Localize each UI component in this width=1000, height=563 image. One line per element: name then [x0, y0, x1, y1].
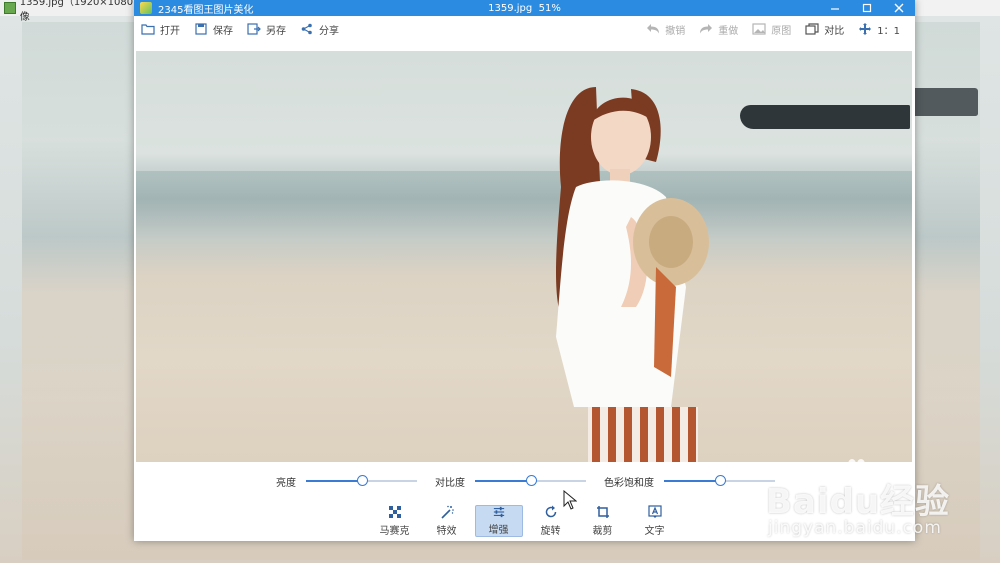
undo-label: 撤销 [665, 25, 686, 37]
saturation-slider[interactable] [664, 475, 775, 486]
move-arrows-icon [859, 23, 872, 35]
minimize-icon [831, 8, 839, 10]
contrast-slider-group: 对比度 [435, 474, 586, 489]
redo-icon [700, 24, 713, 34]
tool-effects-label: 特效 [436, 525, 457, 537]
actual-size-label: 1：1 [877, 25, 900, 37]
undo-icon [647, 24, 660, 34]
save-label: 保存 [213, 25, 233, 37]
tool-crop-label: 裁剪 [592, 525, 613, 537]
viewer-app-icon [4, 2, 16, 14]
editor-app-icon [140, 2, 152, 14]
background-titlebar: 1359.jpg（1920×1080像 [0, 0, 140, 23]
brightness-slider[interactable] [306, 475, 417, 486]
watermark-brand: Baidu经验 [766, 482, 951, 522]
saturation-label: 色彩饱和度 [604, 477, 654, 489]
compare-label: 对比 [824, 25, 845, 37]
tool-mosaic[interactable]: 马赛克 [371, 505, 419, 537]
save-as-button[interactable]: 另存 [240, 16, 293, 42]
tool-text[interactable]: 文字 [631, 504, 679, 537]
tool-mosaic-label: 马赛克 [379, 525, 410, 537]
share-label: 分享 [319, 25, 339, 37]
saturation-thumb[interactable] [714, 475, 726, 486]
save-button[interactable]: 保存 [187, 16, 240, 42]
actual-size-button[interactable]: 1：1 [851, 16, 907, 42]
redo-button[interactable]: 重做 [692, 16, 745, 42]
top-toolbar: 打开 保存 另存 分享 撤销 重做 原图 对比 1：1 [134, 16, 915, 42]
watermark-url: jingyan.baidu.com [768, 518, 942, 538]
share-button[interactable]: 分享 [293, 16, 346, 42]
original-button[interactable]: 原图 [745, 16, 798, 42]
maximize-icon [862, 3, 872, 13]
contrast-fill [475, 480, 531, 482]
save-icon [195, 23, 207, 35]
tool-rotate-label: 旋转 [540, 525, 561, 537]
open-button[interactable]: 打开 [134, 16, 187, 42]
tool-enhance-label: 增强 [488, 524, 509, 536]
contrast-thumb[interactable] [525, 475, 537, 486]
sliders-icon [493, 506, 504, 517]
background-title: 1359.jpg（1920×1080像 [19, 0, 134, 23]
original-label: 原图 [771, 25, 792, 37]
contrast-slider[interactable] [475, 475, 586, 486]
tool-crop[interactable]: 裁剪 [579, 505, 627, 537]
compare-icon [805, 23, 819, 35]
share-icon [301, 23, 312, 35]
redo-label: 重做 [718, 25, 739, 37]
tool-text-label: 文字 [644, 525, 665, 537]
tool-effects[interactable]: 特效 [423, 505, 471, 537]
text-icon [647, 504, 662, 518]
saturation-fill [664, 480, 720, 482]
rotate-icon [545, 505, 556, 517]
file-name: 1359.jpg [488, 2, 533, 14]
mouse-cursor-icon [563, 490, 577, 510]
brightness-slider-group: 亮度 [276, 474, 417, 489]
photo-sea [136, 171, 912, 241]
tool-enhance[interactable]: 增强 [474, 504, 523, 537]
minimize-button[interactable] [819, 0, 851, 16]
mosaic-icon [388, 505, 401, 518]
open-label: 打开 [160, 25, 180, 37]
compare-button[interactable]: 对比 [798, 16, 851, 42]
zoom-level: 51% [538, 2, 561, 14]
saturation-slider-group: 色彩饱和度 [604, 474, 775, 489]
photo-person [556, 87, 709, 462]
contrast-label: 对比度 [435, 477, 465, 489]
undo-button[interactable]: 撤销 [639, 16, 692, 42]
save-as-icon [247, 23, 261, 35]
brightness-thumb[interactable] [356, 475, 368, 486]
brightness-label: 亮度 [276, 477, 296, 489]
photo-rocks [740, 105, 910, 129]
close-icon [894, 3, 904, 13]
close-button[interactable] [883, 0, 915, 16]
editor-titlebar: 2345看图王图片美化 1359.jpg 51% [134, 0, 915, 16]
folder-icon [141, 24, 155, 35]
brightness-fill [306, 480, 362, 482]
image-icon [752, 23, 766, 35]
magic-wand-icon [440, 505, 454, 519]
save-as-label: 另存 [266, 25, 286, 37]
photo-canvas[interactable] [136, 51, 912, 462]
watermark: Baidu经验 jingyan.baidu.com [766, 456, 986, 546]
app-name: 2345看图王图片美化 [158, 4, 254, 16]
maximize-button[interactable] [851, 0, 883, 16]
crop-icon [596, 505, 609, 518]
